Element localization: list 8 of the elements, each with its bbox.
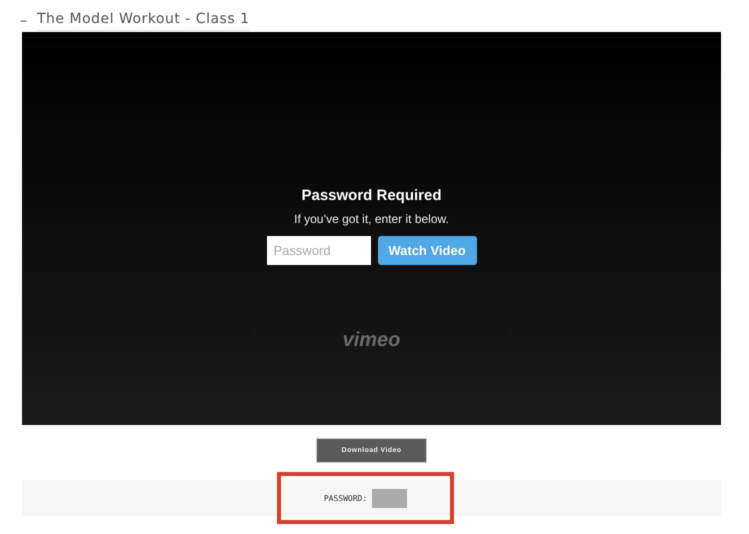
player-subtitle: If you’ve got it, enter it below. [294,212,449,226]
section-title: The Model Workout - Class 1 [37,10,250,30]
password-field[interactable]: Password [266,236,370,265]
vimeo-logo: vimeo [342,329,400,352]
collapse-toggle[interactable]: – [20,12,27,28]
hidden-password [372,488,408,508]
password-label: PASSWORD: [324,494,368,502]
player-heading: Password Required [301,187,442,204]
